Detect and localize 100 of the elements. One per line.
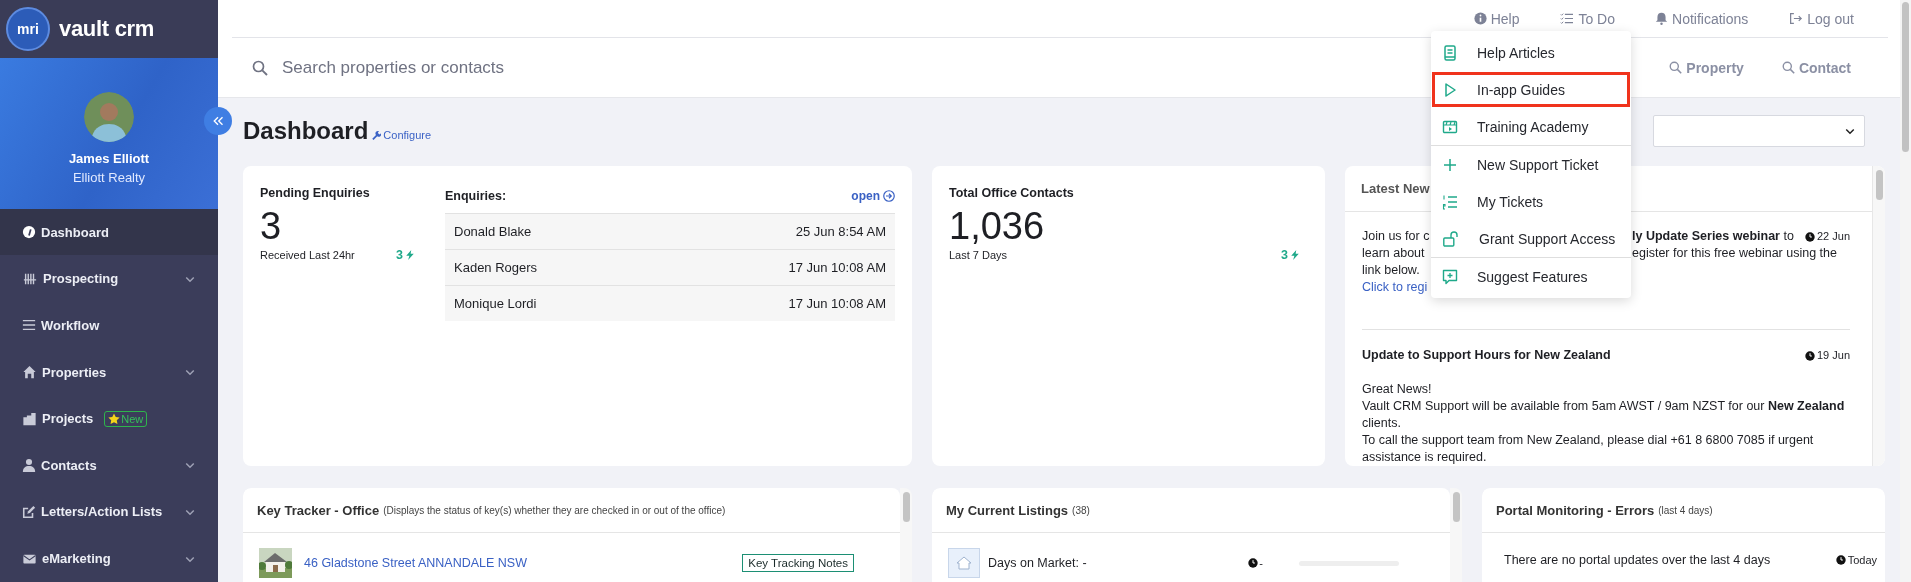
clock-icon xyxy=(1804,350,1815,361)
menu-item[interactable]: Suggest Features xyxy=(1431,258,1631,295)
top-link[interactable]: Help xyxy=(1473,10,1520,27)
nav-item[interactable]: eMarketing xyxy=(0,535,218,582)
news-text: link below. xyxy=(1362,262,1421,279)
news-text: Join us for c xyxy=(1362,228,1431,245)
card-subtitle: (last 4 days) xyxy=(1658,504,1713,516)
stat-caption: Last 7 Days xyxy=(949,249,1008,261)
scrollbar[interactable] xyxy=(1873,166,1885,466)
menu-icon xyxy=(22,318,36,333)
nav-item[interactable]: Dashboard xyxy=(0,208,218,256)
filter-select[interactable] xyxy=(1653,115,1865,147)
search-field[interactable]: Search properties or contacts xyxy=(280,56,884,79)
page-title: Dashboard xyxy=(243,117,369,145)
menu-item[interactable]: New Support Ticket xyxy=(1431,146,1631,183)
unlock-icon xyxy=(1442,230,1460,247)
company-name: Elliott Realty xyxy=(72,169,146,185)
menu-item[interactable]: Help Articles xyxy=(1431,34,1631,71)
stat-caption: Received Last 24hr xyxy=(260,249,355,261)
key-notes-button[interactable]: Key Tracking Notes xyxy=(742,554,854,572)
enquiry-time: 17 Jun 10:08 AM xyxy=(788,296,886,311)
menu-item[interactable]: My Tickets xyxy=(1431,183,1631,220)
top-link[interactable]: Notifications xyxy=(1655,10,1749,27)
enquiry-time: 25 Jun 8:54 AM xyxy=(795,224,886,239)
house-icon xyxy=(22,365,37,379)
contact-name: Monique Lordi xyxy=(454,296,537,311)
card-title: Pending Enquiries xyxy=(260,186,371,200)
bolt-icon xyxy=(1290,248,1300,262)
enquiry-row[interactable]: Monique Lordi 17 Jun 10:08 AM xyxy=(445,285,895,321)
register-link[interactable]: Click to regi xyxy=(1362,280,1428,294)
gauge-icon xyxy=(22,225,36,240)
nav-item[interactable]: Prospecting xyxy=(0,255,218,303)
avatar xyxy=(84,91,134,142)
brand-name: vault crm xyxy=(59,15,155,42)
search-icon xyxy=(1669,61,1683,74)
building-icon xyxy=(22,411,37,426)
clock-icon xyxy=(1804,231,1815,242)
open-link[interactable]: open xyxy=(851,188,895,203)
bolt-icon xyxy=(405,248,415,262)
star-icon xyxy=(108,412,121,425)
new-badge: New xyxy=(104,410,148,427)
card-title: Key Tracker - Office xyxy=(257,502,380,518)
card-title: Total Office Contacts xyxy=(949,186,1075,200)
menu-item[interactable]: Grant Support Access xyxy=(1431,220,1631,257)
card-subtitle: (Displays the status of key(s) whether they are checked in or out of the office) xyxy=(383,504,726,516)
top-link[interactable]: To Do xyxy=(1559,10,1615,27)
listing-time: - xyxy=(1248,557,1263,569)
portal-message: There are no portal updates over the last 4 days xyxy=(1504,553,1771,567)
logo: mri xyxy=(6,6,50,51)
chat-plus-icon xyxy=(1442,268,1458,285)
news-text: egister for this free webinar using the xyxy=(1632,245,1837,262)
news-text: To call the support team from New Zealand, please dial +61 8 6800 7085 if urgent assistance is required. xyxy=(1362,432,1815,466)
search-icon xyxy=(1781,61,1795,74)
contact-name: Kaden Rogers xyxy=(454,260,538,275)
news-date: 22 Jun xyxy=(1804,228,1850,245)
update-time: Today xyxy=(1835,554,1877,566)
news-date: 19 Jun xyxy=(1804,347,1850,364)
person-icon xyxy=(22,458,36,473)
double-chevron-left-icon xyxy=(212,115,224,127)
house-icon xyxy=(956,555,972,571)
enquiry-row[interactable]: Kaden Rogers 17 Jun 10:08 AM xyxy=(445,249,895,285)
book-icon xyxy=(1442,44,1458,61)
nav-item[interactable]: Projects New xyxy=(0,395,218,442)
bell-icon xyxy=(1655,12,1668,25)
news-text: Vault CRM Support will be available from 5am AWST / 9am NZST for our New Zealand clients. xyxy=(1362,398,1846,432)
tally-icon xyxy=(22,271,38,286)
card-title: Portal Monitoring - Errors xyxy=(1496,502,1655,518)
news-title: Update to Support Hours for New Zealand xyxy=(1362,347,1611,364)
enquiry-row[interactable]: Donald Blake 25 Jun 8:54 AM xyxy=(445,213,895,249)
menu-item[interactable]: In-app Guides xyxy=(1431,71,1631,108)
top-link[interactable]: Log out xyxy=(1788,10,1854,27)
news-text: Great News! xyxy=(1362,381,1433,398)
list-title: Enquiries: xyxy=(445,188,507,203)
wrench-icon xyxy=(371,130,382,140)
numbered-list-icon xyxy=(1442,193,1458,210)
checklist-icon xyxy=(1559,12,1575,25)
nav-item[interactable]: Contacts xyxy=(0,442,218,489)
user-name: James Elliott xyxy=(68,150,150,166)
stat-value: 3 xyxy=(260,204,283,248)
card-title: Latest New xyxy=(1361,181,1430,196)
clapper-icon xyxy=(1442,118,1458,135)
arrow-circle-icon xyxy=(883,189,895,202)
enquiry-time: 17 Jun 10:08 AM xyxy=(788,260,886,275)
clock-icon xyxy=(1248,558,1259,568)
news-text: ly Update Series webinar to xyxy=(1632,228,1794,245)
edit-icon xyxy=(22,505,36,519)
card-title: My Current Listings xyxy=(946,502,1069,518)
nav-item[interactable]: Letters/Action Lists xyxy=(0,488,218,536)
info-icon xyxy=(1473,12,1487,25)
configure-link[interactable]: Configure xyxy=(371,129,432,141)
search-icon xyxy=(252,59,268,76)
logout-icon xyxy=(1788,12,1804,25)
address-link[interactable]: 46 Gladstone Street ANNANDALE NSW xyxy=(304,556,527,570)
new-count: 3 xyxy=(396,248,415,262)
nav-item[interactable]: Properties xyxy=(0,348,218,396)
news-text: learn about xyxy=(1362,245,1426,262)
nav-item[interactable]: Workflow xyxy=(0,302,218,349)
menu-item[interactable]: Training Academy xyxy=(1431,108,1631,145)
play-icon xyxy=(1442,81,1458,98)
clock-icon xyxy=(1835,555,1846,565)
